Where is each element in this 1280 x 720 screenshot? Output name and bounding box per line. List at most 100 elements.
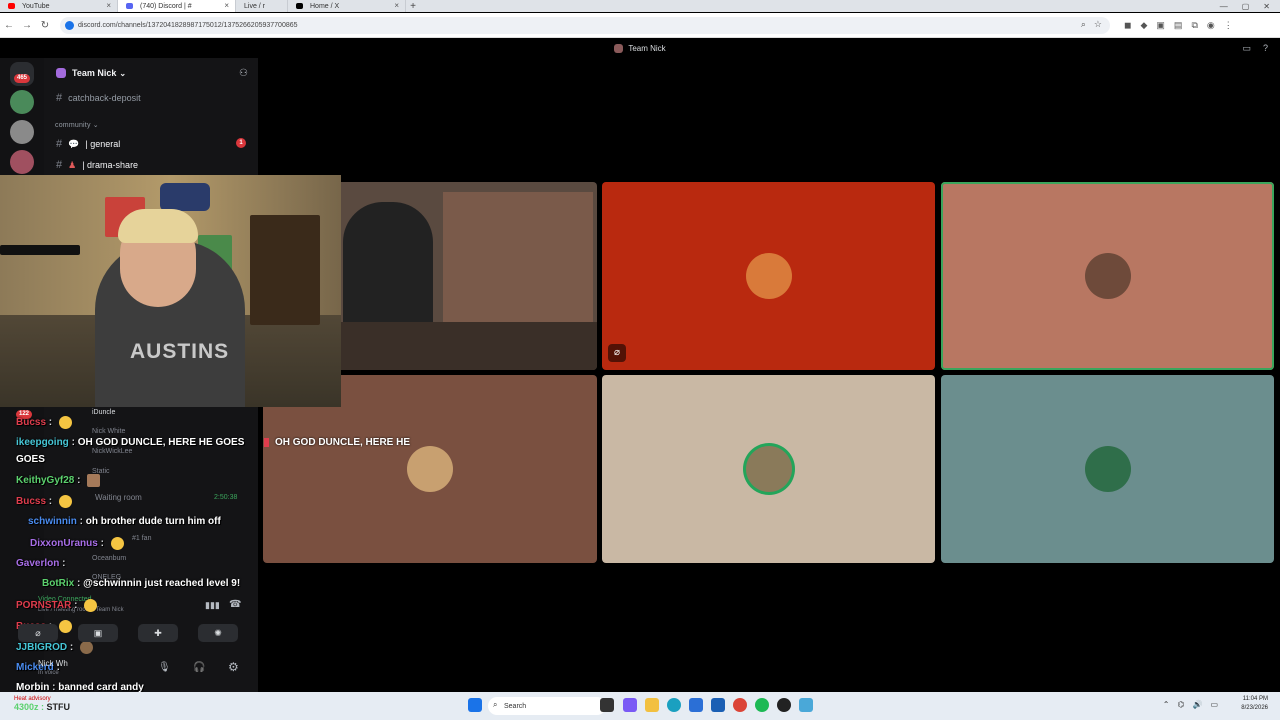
close-icon[interactable]: × <box>224 1 229 10</box>
chat-user: KeithyGyf28 <box>16 475 75 487</box>
server-name-header[interactable]: Team Nick ⌄ <box>56 68 126 78</box>
tab-youtube[interactable]: YouTube × <box>0 0 118 12</box>
zoom-icon[interactable]: ⌕ <box>1081 19 1086 30</box>
chat-line: GOES <box>16 454 45 465</box>
disconnect-icon[interactable]: ☎ <box>229 599 241 610</box>
notepad-icon[interactable] <box>799 698 813 712</box>
chat-user: schwinnin <box>28 516 77 527</box>
taskbar-search[interactable]: ⌕ Search <box>488 697 606 715</box>
url-field[interactable]: discord.com/channels/1372041828987175012… <box>60 16 1110 34</box>
file-explorer-icon[interactable] <box>645 698 659 712</box>
channel-general[interactable]: # 💬 | general <box>56 138 120 150</box>
overlay-dot-icon <box>264 437 269 447</box>
chat-user: ikeepgoing <box>16 437 69 448</box>
bookmark-star-icon[interactable]: ☆ <box>1094 19 1102 30</box>
server-icon[interactable] <box>10 90 34 114</box>
tab-x[interactable]: Home / X × <box>288 0 406 12</box>
voice-member[interactable]: Oceanbum <box>92 555 126 562</box>
server-icon[interactable] <box>10 120 34 144</box>
participant-tile[interactable] <box>602 375 935 563</box>
settings-gear-icon[interactable]: ⚙ <box>228 660 239 674</box>
microphone-icon[interactable]: 🎙 <box>158 662 171 673</box>
extension-icon[interactable]: ◆ <box>1140 20 1147 31</box>
forward-icon[interactable]: → <box>18 20 36 31</box>
emoji-icon <box>58 620 72 633</box>
edge-icon[interactable] <box>667 698 681 712</box>
chat-message: OH GOD DUNCLE, HERE HE GOES <box>77 437 245 448</box>
chat-line: Bucss : <box>16 416 72 429</box>
obs-icon[interactable] <box>777 698 791 712</box>
battery-icon[interactable]: ▭ <box>1210 700 1218 709</box>
close-icon[interactable]: × <box>106 1 111 10</box>
task-view-icon[interactable] <box>600 698 614 712</box>
profile-icon[interactable]: ◉ <box>1207 20 1215 31</box>
volume-icon[interactable]: 🔊 <box>1192 700 1202 709</box>
store-icon[interactable] <box>689 698 703 712</box>
voice-member[interactable]: NickWickLee <box>92 448 132 455</box>
server-icon[interactable] <box>10 150 34 174</box>
microphone-arm <box>0 245 80 255</box>
chat-line: Gaverlon : <box>16 558 66 569</box>
outlook-icon[interactable] <box>711 698 725 712</box>
chat-message: GOES <box>16 454 45 465</box>
screen-share-button[interactable]: ▣ <box>78 624 118 642</box>
unread-badge: 1 <box>236 138 246 148</box>
inbox-icon[interactable]: ▭ <box>1242 43 1251 54</box>
category-community[interactable]: community ⌄ <box>55 121 99 129</box>
participant-tile[interactable] <box>941 182 1274 370</box>
voice-member[interactable]: Nick White <box>92 428 125 435</box>
tab-discord[interactable]: (740) Discord | # × <box>118 0 236 12</box>
invite-icon[interactable]: ⚇ <box>239 68 248 79</box>
extension-icon[interactable]: ◼ <box>1124 20 1131 31</box>
clock[interactable]: 11:04 PM 8/23/2026 <box>1241 695 1268 713</box>
help-icon[interactable]: ? <box>1263 43 1268 54</box>
voice-member[interactable]: iDuncle <box>92 409 115 416</box>
copilot-icon[interactable] <box>623 698 637 712</box>
puzzle-icon[interactable]: ⧉ <box>1191 20 1197 31</box>
site-info-icon[interactable] <box>65 20 74 30</box>
spotify-icon[interactable] <box>755 698 769 712</box>
poster-decor <box>160 183 210 211</box>
shelf-decor <box>250 215 320 325</box>
close-window-icon[interactable]: ✕ <box>1263 2 1270 11</box>
camera-off-button[interactable]: ⌀ <box>18 624 58 642</box>
weather-widget[interactable]: Heat advisory 4300z : STFU <box>14 695 70 713</box>
channel-catchback-deposit[interactable]: # catchback-deposit <box>56 92 141 104</box>
headphones-icon[interactable]: 🎧 <box>193 662 205 673</box>
avatar <box>1084 446 1131 492</box>
streamer-webcam: AUSTINS <box>0 175 341 407</box>
waiting-room-channel[interactable]: Waiting room <box>95 493 142 502</box>
channel-label: | drama-share <box>82 160 139 170</box>
hash-icon: # <box>56 138 63 150</box>
menu-icon[interactable]: ⋮ <box>1224 20 1233 31</box>
emoji-icon <box>110 537 124 550</box>
channel-drama-share[interactable]: # ♟ | drama-share <box>56 159 138 171</box>
extension-icon[interactable]: ▤ <box>1174 20 1183 31</box>
tab-label: (740) Discord | # <box>140 2 192 10</box>
maximize-icon[interactable]: ▢ <box>1242 2 1250 11</box>
chat-user: JJBIGROD <box>16 642 68 654</box>
emoji-icon <box>58 495 72 508</box>
emoji-icon <box>87 474 101 487</box>
back-icon[interactable]: ← <box>0 20 18 31</box>
participant-tile[interactable]: ⌀ <box>602 182 935 370</box>
tab-live[interactable]: Live / r <box>236 0 288 12</box>
activities-button[interactable]: ✚ <box>138 624 178 642</box>
url-text: discord.com/channels/1372041828987175012… <box>78 21 298 29</box>
extension-icon[interactable]: ▣ <box>1156 20 1165 31</box>
chat-line: PORNSTAR : <box>16 599 98 612</box>
minimize-icon[interactable]: — <box>1220 2 1228 11</box>
soundboard-button[interactable]: ✺ <box>198 624 238 642</box>
signal-icon[interactable]: ▮▮▮ <box>205 600 220 611</box>
participant-tile[interactable] <box>941 375 1274 563</box>
chat-line: JJBIGROD : <box>16 641 94 654</box>
chat-user: Gaverlon <box>16 558 60 569</box>
chrome-icon[interactable] <box>733 698 747 712</box>
windows-start-icon[interactable] <box>468 698 482 712</box>
close-icon[interactable]: × <box>394 1 399 10</box>
new-tab-button[interactable]: + <box>406 1 420 12</box>
reload-icon[interactable]: ↻ <box>36 20 54 31</box>
chevron-up-icon[interactable]: ⌃ <box>1163 700 1170 709</box>
network-icon[interactable]: ⌬ <box>1177 700 1184 709</box>
system-tray: ⌃ ⌬ 🔊 ▭ <box>1163 700 1218 709</box>
